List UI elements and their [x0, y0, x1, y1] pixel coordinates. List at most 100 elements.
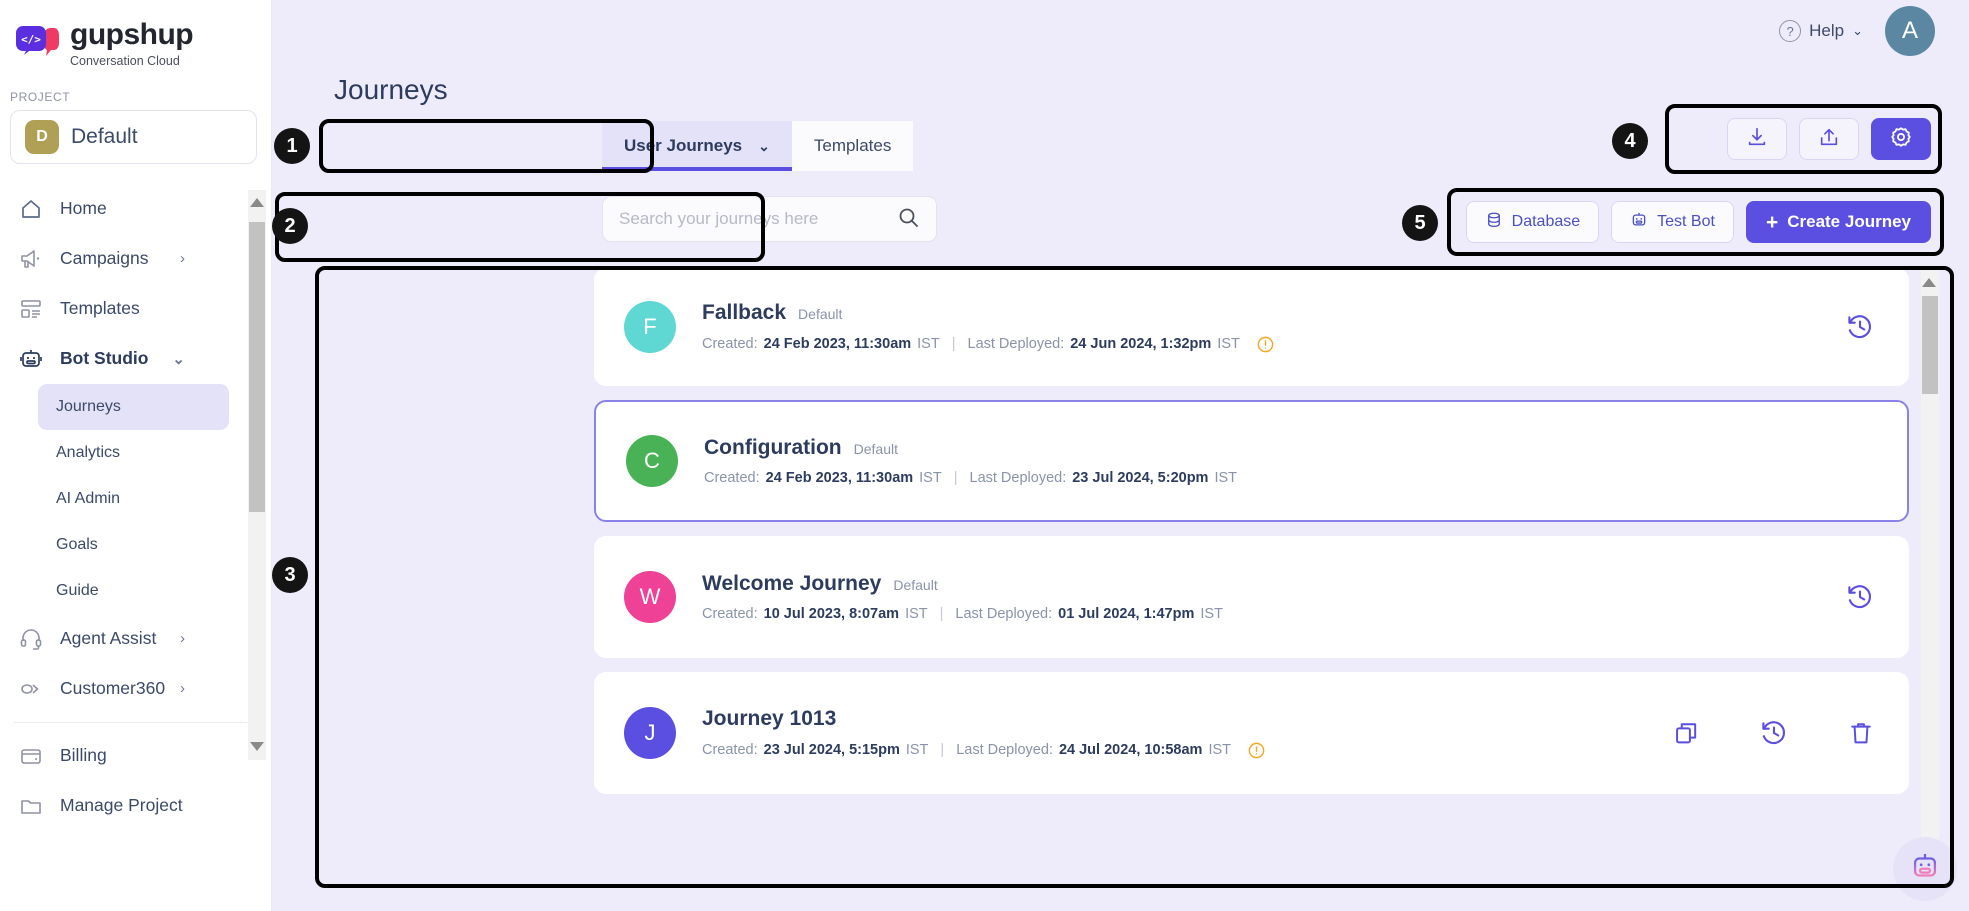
- table-row[interactable]: F Fallback Default Created: 24 Feb 2023,…: [594, 268, 1909, 386]
- robot-icon: [18, 346, 44, 372]
- history-icon[interactable]: [1759, 718, 1789, 748]
- sidebar-subitem-label: Journeys: [56, 397, 121, 415]
- list-scrollbar-track[interactable]: [1921, 268, 1939, 883]
- sidebar-scrollbar-thumb[interactable]: [249, 222, 265, 512]
- created-label: Created:: [704, 470, 760, 486]
- created-timezone: IST: [917, 336, 940, 352]
- journey-title: Welcome Journey: [702, 572, 882, 595]
- deployed-timezone: IST: [1217, 336, 1240, 352]
- database-button[interactable]: Database: [1465, 201, 1600, 243]
- table-row[interactable]: J Journey 1013 Created: 23 Jul 2024, 5:1…: [594, 672, 1909, 794]
- sidebar-item-bot-studio[interactable]: Bot Studio ⌄: [0, 334, 271, 384]
- folder-icon: [18, 793, 44, 819]
- bot-assistant-button[interactable]: [1893, 837, 1957, 901]
- sidebar-item-agent-assist[interactable]: Agent Assist ›: [0, 614, 271, 664]
- sidebar-item-manage-project[interactable]: Manage Project: [0, 781, 271, 831]
- sidebar-item-customer360[interactable]: Customer360 ›: [0, 664, 271, 714]
- list-scroll-up-arrow[interactable]: [1922, 278, 1936, 287]
- sidebar-item-ai-admin[interactable]: AI Admin: [38, 476, 229, 522]
- sidebar-item-journeys[interactable]: Journeys: [38, 383, 229, 430]
- table-row[interactable]: W Welcome Journey Default Created: 10 Ju…: [594, 536, 1909, 658]
- journey-meta: Created: 24 Feb 2023, 11:30am IST | Last…: [702, 335, 1845, 354]
- search-icon[interactable]: [896, 205, 920, 234]
- created-timezone: IST: [905, 742, 929, 758]
- sidebar-item-campaigns[interactable]: Campaigns ›: [0, 234, 271, 284]
- journey-title: Fallback: [702, 300, 787, 324]
- templates-icon: [18, 296, 44, 322]
- deployed-label: Last Deployed:: [967, 336, 1065, 352]
- download-icon: [1746, 126, 1768, 153]
- meta-separator: |: [939, 606, 944, 622]
- sidebar-subitem-label: AI Admin: [56, 489, 121, 507]
- project-selector[interactable]: D Default: [10, 109, 257, 164]
- brand-name: gupshup: [70, 18, 194, 51]
- main-content: ? Help ⌄ A Journeys User Journeys ⌄ Temp…: [272, 0, 1969, 911]
- warning-icon: [1247, 741, 1266, 760]
- test-bot-label: Test Bot: [1657, 213, 1715, 230]
- download-button[interactable]: [1727, 118, 1787, 160]
- sidebar-scroll-down-arrow[interactable]: [250, 742, 264, 751]
- deployed-value: 23 Jul 2024, 5:20pm: [1072, 470, 1209, 486]
- search-input[interactable]: [619, 209, 896, 229]
- history-icon[interactable]: [1845, 312, 1875, 342]
- meta-separator: |: [953, 470, 958, 486]
- chevron-down-icon: ⌄: [758, 137, 770, 154]
- deployed-label: Last Deployed:: [956, 742, 1053, 758]
- meta-separator: |: [951, 336, 956, 352]
- copy-icon[interactable]: [1673, 719, 1701, 747]
- journey-meta: Created: 10 Jul 2023, 8:07am IST | Last …: [702, 606, 1845, 622]
- chevron-down-icon: ⌄: [172, 350, 185, 368]
- list-scrollbar-thumb[interactable]: [1922, 296, 1938, 394]
- status-badge: Default: [893, 577, 938, 593]
- create-journey-button[interactable]: + Create Journey: [1745, 201, 1931, 243]
- help-label: Help: [1809, 21, 1845, 40]
- test-bot-button[interactable]: Test Bot: [1611, 201, 1734, 243]
- sidebar-item-billing[interactable]: Billing: [0, 731, 271, 781]
- avatar: J: [624, 707, 676, 759]
- created-timezone: IST: [905, 606, 928, 622]
- headset-icon: [18, 626, 44, 652]
- svg-text:</>: </>: [21, 33, 41, 46]
- sidebar-item-guide[interactable]: Guide: [38, 568, 229, 614]
- history-icon[interactable]: [1845, 582, 1875, 612]
- tab-templates[interactable]: Templates: [792, 121, 913, 171]
- wallet-icon: [18, 743, 44, 769]
- app-root: </> gupshup Conversation Cloud PROJECT D…: [0, 0, 1969, 911]
- deployed-label: Last Deployed:: [955, 606, 1053, 622]
- sidebar-item-home[interactable]: Home: [0, 184, 271, 234]
- table-row[interactable]: C Configuration Default Created: 24 Feb …: [594, 400, 1909, 522]
- sidebar-item-label: Campaigns: [60, 248, 149, 268]
- sidebar-scroll-up-arrow[interactable]: [250, 198, 264, 207]
- sidebar-item-analytics[interactable]: Analytics: [38, 430, 229, 476]
- tab-user-journeys[interactable]: User Journeys ⌄: [602, 121, 792, 171]
- settings-button[interactable]: [1871, 118, 1931, 160]
- chevron-right-icon: ›: [180, 680, 185, 697]
- sidebar-item-templates[interactable]: Templates: [0, 284, 271, 334]
- avatar: C: [626, 435, 678, 487]
- tab-label: User Journeys: [624, 136, 743, 155]
- help-menu[interactable]: ? Help ⌄: [1779, 20, 1863, 42]
- deployed-timezone: IST: [1214, 470, 1238, 486]
- sidebar-subitem-label: Goals: [56, 535, 98, 553]
- gear-icon: [1889, 125, 1913, 154]
- chevron-right-icon: ›: [180, 630, 185, 647]
- robot-icon: [1630, 211, 1648, 234]
- deployed-label: Last Deployed:: [969, 470, 1067, 486]
- journeys-tabs: User Journeys ⌄ Templates: [602, 121, 914, 171]
- trash-icon[interactable]: [1847, 719, 1875, 747]
- project-avatar: D: [25, 119, 59, 154]
- search-area: [602, 196, 937, 242]
- deployed-timezone: IST: [1200, 606, 1223, 622]
- create-journey-label: Create Journey: [1787, 212, 1911, 231]
- page-title: Journeys: [334, 74, 448, 105]
- plus-icon: +: [1765, 210, 1779, 234]
- sidebar-item-label: Customer360: [60, 678, 166, 698]
- journey-meta: Created: 23 Jul 2024, 5:15pm IST | Last …: [702, 741, 1673, 760]
- top-bar: ? Help ⌄ A: [272, 0, 1969, 62]
- chevron-down-icon: ⌄: [1852, 23, 1863, 38]
- avatar[interactable]: A: [1885, 6, 1935, 56]
- export-button[interactable]: [1799, 118, 1859, 160]
- journey-meta: Created: 24 Feb 2023, 11:30am IST | Last…: [704, 470, 1873, 486]
- sidebar-divider: [14, 721, 247, 723]
- sidebar-item-goals[interactable]: Goals: [38, 522, 229, 568]
